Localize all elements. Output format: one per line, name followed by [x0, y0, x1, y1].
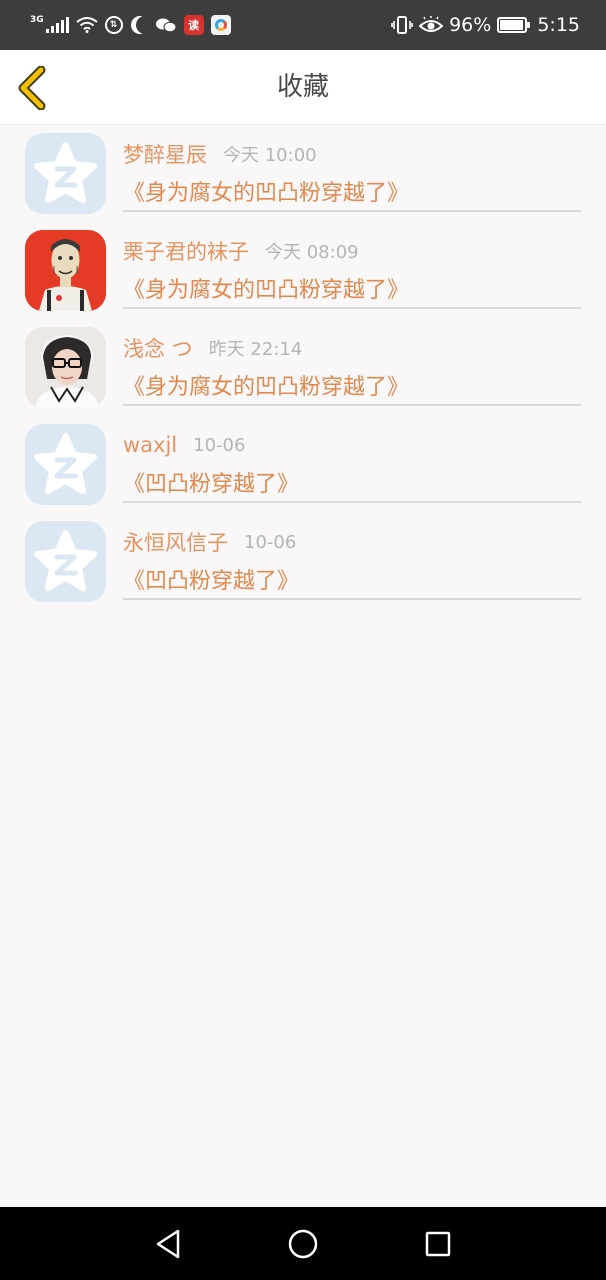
moon-icon — [136, 16, 154, 34]
signal-icon — [45, 17, 69, 33]
circle-home-icon — [288, 1229, 318, 1259]
illustrated-man-avatar-icon — [25, 230, 106, 311]
avatar[interactable] — [25, 327, 106, 408]
default-qq-avatar-icon — [34, 142, 97, 203]
user-name[interactable]: 梦醉星辰 — [123, 139, 207, 169]
square-recents-icon — [425, 1231, 451, 1257]
vibrate-icon — [391, 16, 413, 34]
clock: 5:15 — [537, 14, 580, 36]
app-header: 收藏 — [0, 50, 606, 125]
avatar[interactable] — [25, 133, 106, 214]
divider — [123, 307, 581, 309]
timestamp: 昨天 22:14 — [208, 339, 303, 360]
avatar[interactable] — [25, 521, 106, 602]
user-name[interactable]: 栗子君的袜子 — [123, 236, 249, 266]
book-title[interactable]: 《身为腐女的凹凸粉穿越了》 — [123, 175, 581, 207]
favorites-list: 梦醉星辰 今天 10:00 《身为腐女的凹凸粉穿越了》 栗子君的袜子 今天 08… — [0, 125, 606, 610]
favorite-item[interactable]: 浅念 つ 昨天 22:14 《身为腐女的凹凸粉穿越了》 — [0, 319, 606, 416]
divider — [123, 210, 581, 212]
book-title[interactable]: 《身为腐女的凹凸粉穿越了》 — [123, 272, 581, 304]
default-qq-avatar-icon — [34, 433, 97, 494]
triangle-back-icon — [156, 1229, 180, 1259]
avatar[interactable] — [25, 230, 106, 311]
nav-back-button[interactable] — [151, 1227, 185, 1261]
status-right-icons: 96% 5:15 — [391, 13, 580, 37]
default-qq-avatar-icon — [34, 530, 97, 591]
favorite-item[interactable]: 梦醉星辰 今天 10:00 《身为腐女的凹凸粉穿越了》 — [0, 125, 606, 222]
timestamp: 今天 10:00 — [223, 145, 317, 166]
wifi-icon — [76, 17, 98, 33]
favorite-item[interactable]: 永恒风信子 10-06 《凹凸粉穿越了》 — [0, 513, 606, 610]
nav-recents-button[interactable] — [421, 1227, 455, 1261]
timestamp: 10-06 — [244, 531, 297, 553]
book-title[interactable]: 《凹凸粉穿越了》 — [123, 563, 581, 595]
book-title[interactable]: 《身为腐女的凹凸粉穿越了》 — [123, 369, 581, 401]
page-title: 收藏 — [276, 72, 329, 102]
browser-app-icon — [210, 15, 231, 35]
data-saver-icon: ⇅ — [104, 16, 123, 34]
eye-comfort-icon — [419, 16, 444, 32]
timestamp: 10-06 — [193, 434, 246, 456]
status-bar: 3G ⇅ 读 96% 5:15 — [0, 0, 606, 50]
chevron-left-icon — [18, 66, 46, 110]
nav-home-button[interactable] — [286, 1227, 320, 1261]
favorite-item[interactable]: 栗子君的袜子 今天 08:09 《身为腐女的凹凸粉穿越了》 — [0, 222, 606, 319]
battery-percent: 96% — [449, 14, 492, 36]
battery-icon — [497, 17, 531, 33]
user-name[interactable]: waxjl — [123, 433, 177, 457]
status-left-icons: 3G ⇅ 读 — [30, 13, 231, 37]
book-title[interactable]: 《凹凸粉穿越了》 — [123, 466, 581, 498]
divider — [123, 598, 581, 600]
wechat-icon — [155, 18, 177, 33]
network-type: 3G — [30, 15, 44, 25]
back-button[interactable] — [14, 64, 50, 112]
reading-app-icon: 读 — [183, 15, 204, 35]
photo-avatar-icon — [25, 327, 106, 408]
divider — [123, 501, 581, 503]
divider — [123, 404, 581, 406]
timestamp: 今天 08:09 — [265, 242, 359, 263]
user-name[interactable]: 浅念 つ — [123, 333, 193, 363]
user-name[interactable]: 永恒风信子 — [123, 527, 228, 557]
avatar[interactable] — [25, 424, 106, 505]
favorite-item[interactable]: waxjl 10-06 《凹凸粉穿越了》 — [0, 416, 606, 513]
system-nav-bar — [0, 1207, 606, 1280]
